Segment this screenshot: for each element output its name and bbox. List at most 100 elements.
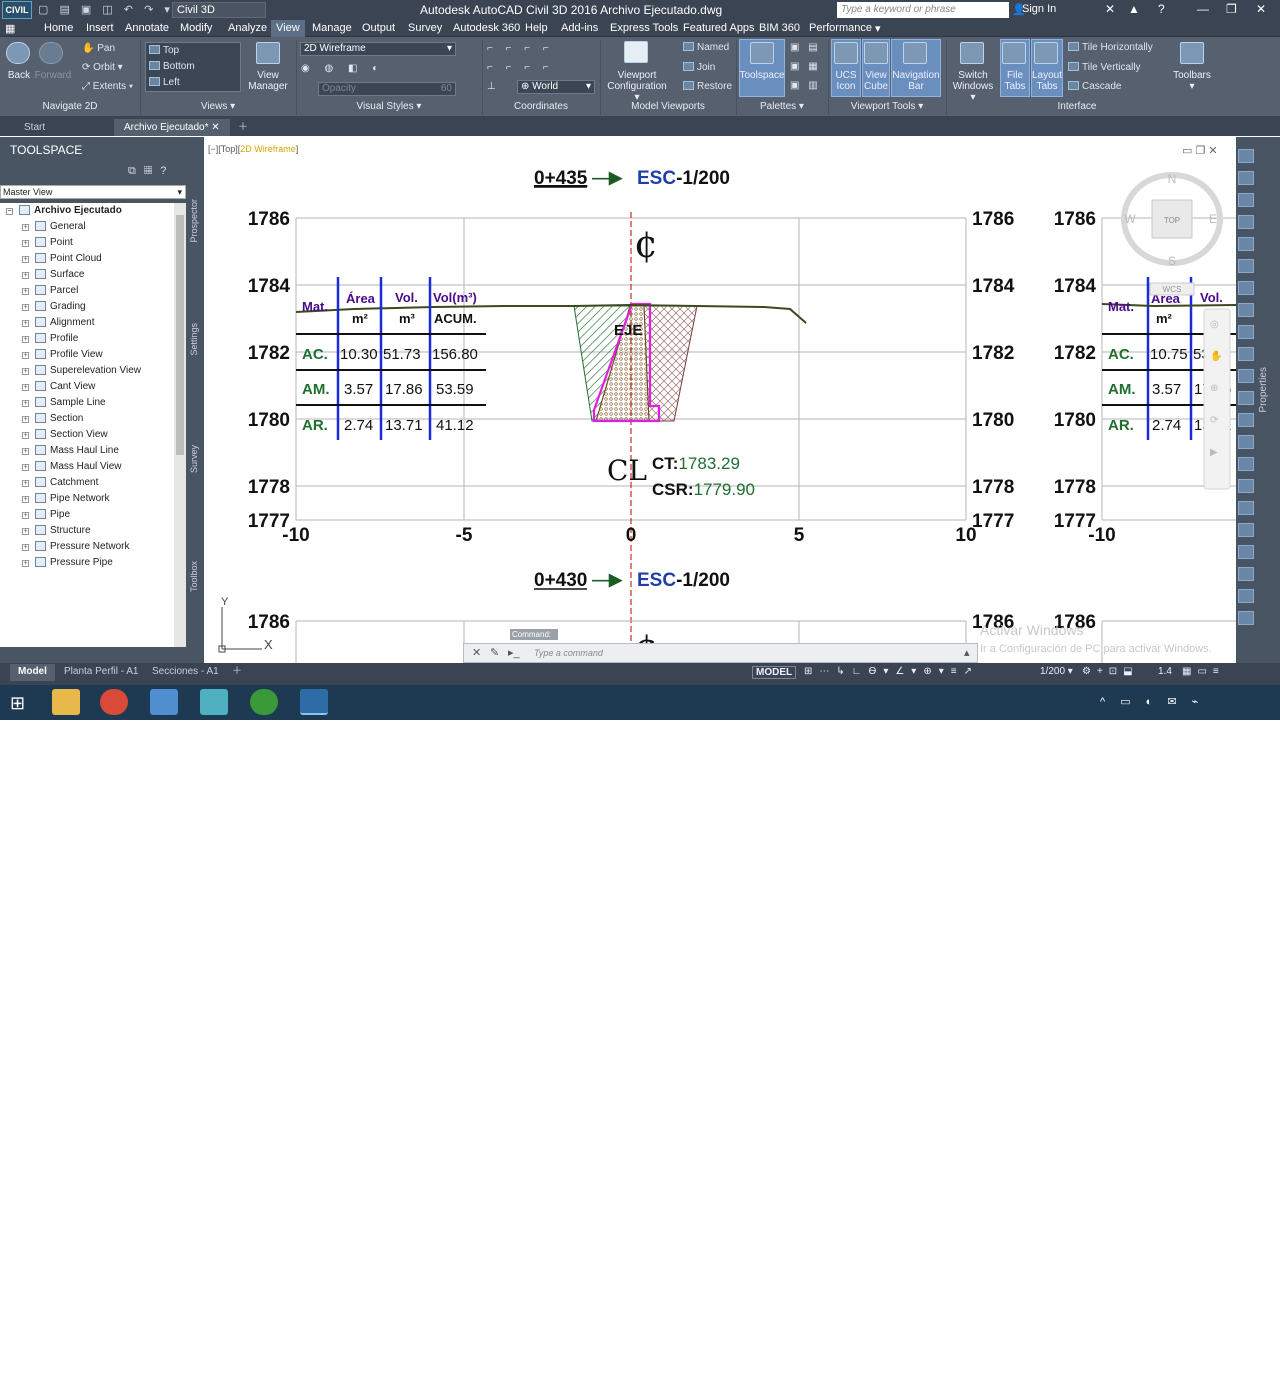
tab-insert[interactable]: Insert xyxy=(86,22,114,34)
palette-tool-icon[interactable] xyxy=(1238,369,1254,383)
drafting-tools[interactable]: ⊞⋯↳∟Ѳ▾∠▾⊕▾≡↗ xyxy=(804,666,979,677)
view-left[interactable]: Left xyxy=(149,77,180,88)
tab-properties[interactable]: Properties xyxy=(1258,367,1269,413)
tree-item[interactable]: + Profile xyxy=(22,331,78,347)
tab-manage[interactable]: Manage xyxy=(312,22,352,34)
tab-settings[interactable]: Settings xyxy=(189,323,199,356)
paint-icon[interactable] xyxy=(150,689,178,715)
palette-tool-icon[interactable] xyxy=(1238,347,1254,361)
expand-icon[interactable]: + xyxy=(22,288,29,295)
windows-start-icon[interactable]: ⊞ xyxy=(10,693,25,714)
expand-icon[interactable]: + xyxy=(22,432,29,439)
palette-tool-icon[interactable] xyxy=(1238,171,1254,185)
autocad-taskbar-icon[interactable] xyxy=(300,689,328,715)
palette-tool-icon[interactable] xyxy=(1238,479,1254,493)
forward-icon[interactable] xyxy=(39,42,63,64)
tree-item[interactable]: + Sample Line xyxy=(22,395,106,411)
wrench-icon[interactable]: ✎ xyxy=(490,646,499,659)
nav-pan-icon[interactable]: ✋ xyxy=(1210,349,1222,362)
close-tab-icon[interactable]: ✕ xyxy=(211,122,219,133)
tree-item[interactable]: + Point xyxy=(22,235,73,251)
palette-tools-3[interactable]: ▣ ▥ xyxy=(790,80,821,91)
viewport-window-controls[interactable]: ▭ ❐ ✕ xyxy=(1182,145,1218,157)
tree-item[interactable]: + Pipe xyxy=(22,507,70,523)
command-input[interactable]: Type a command xyxy=(534,648,603,658)
palette-tool-icon[interactable] xyxy=(1238,391,1254,405)
prospector-tree[interactable]: − Archivo Ejecutado + General + Point + Point … xyxy=(0,203,174,647)
scrollbar-thumb[interactable] xyxy=(176,215,184,455)
exchange-icon[interactable]: ✕ xyxy=(1105,2,1115,16)
tab-survey[interactable]: Survey xyxy=(189,445,199,473)
tree-item[interactable]: + Cant View xyxy=(22,379,95,395)
annotation-scale[interactable]: 1/200 ▾ xyxy=(1040,666,1073,677)
navigation-bar[interactable] xyxy=(1203,308,1231,490)
close-icon[interactable]: ✕ xyxy=(472,646,481,659)
tree-item[interactable]: + Alignment xyxy=(22,315,94,331)
model-space-button[interactable]: MODEL xyxy=(752,666,797,679)
viewcube-east[interactable]: E xyxy=(1209,212,1217,226)
master-view-select[interactable]: Master View ▾ xyxy=(0,185,186,199)
collapse-icon[interactable]: − xyxy=(6,208,13,215)
view-manager-icon[interactable] xyxy=(256,42,280,64)
viewport-configuration-icon[interactable] xyxy=(624,41,648,63)
status-tools[interactable]: ⚙+⊡⬓ xyxy=(1082,666,1139,677)
tree-item[interactable]: + Profile View xyxy=(22,347,103,363)
palette-tool-icon[interactable] xyxy=(1238,215,1254,229)
viewcube-south[interactable]: S xyxy=(1168,254,1176,268)
app-logo-icon[interactable]: CIVIL xyxy=(2,1,32,19)
drawing-area[interactable]: [−][Top][2D Wireframe] ▭ ❐ ✕ 0+435 —▶ ES… xyxy=(204,137,1236,663)
expand-icon[interactable]: + xyxy=(22,240,29,247)
expand-icon[interactable]: + xyxy=(22,528,29,535)
toolspace-toolbar[interactable]: ⧉▦? xyxy=(128,165,174,178)
tree-item[interactable]: + Pipe Network xyxy=(22,491,109,507)
expand-icon[interactable]: + xyxy=(22,304,29,311)
tree-item[interactable]: + Pressure Pipe xyxy=(22,555,113,571)
viewcube-north[interactable]: N xyxy=(1168,172,1177,186)
toolbars-icon[interactable] xyxy=(1180,42,1204,64)
restore-viewports-button[interactable]: Restore xyxy=(683,81,732,92)
tab-home[interactable]: Home xyxy=(44,22,73,34)
tab-help[interactable]: Help xyxy=(525,22,548,34)
orbit-button[interactable]: ⟳ Orbit ▾ xyxy=(82,62,123,73)
viewport-controls-label[interactable]: [−][Top][2D Wireframe] xyxy=(208,144,298,154)
view-bottom[interactable]: Bottom xyxy=(149,61,195,72)
ucs-tools-row1[interactable]: ⌐ ⌐ ⌐ ⌐ xyxy=(487,43,554,54)
switch-windows-button[interactable]: Switch Windows ▾ xyxy=(950,70,996,103)
palette-tool-icon[interactable] xyxy=(1238,435,1254,449)
expand-icon[interactable]: + xyxy=(22,448,29,455)
palette-tools[interactable]: ▣ ▤ xyxy=(790,42,821,53)
expand-icon[interactable]: + xyxy=(22,496,29,503)
new-tab-icon[interactable]: ＋ xyxy=(228,119,258,136)
tab-output[interactable]: Output xyxy=(362,22,395,34)
tree-scrollbar[interactable] xyxy=(174,203,186,647)
palette-tool-icon[interactable] xyxy=(1238,281,1254,295)
palette-tools-2[interactable]: ▣ ▦ xyxy=(790,61,821,72)
expand-icon[interactable]: + xyxy=(22,336,29,343)
chevron-up-icon[interactable]: ▴ xyxy=(964,646,970,659)
back-button[interactable]: Back xyxy=(4,70,34,81)
palette-tool-icon[interactable] xyxy=(1238,193,1254,207)
palette-tool-icon[interactable] xyxy=(1238,413,1254,427)
command-prompt-icon[interactable]: ▸_ xyxy=(508,646,520,659)
palette-tool-icon[interactable] xyxy=(1238,259,1254,273)
expand-icon[interactable]: + xyxy=(22,256,29,263)
panel-title-navigate[interactable]: Navigate 2D xyxy=(0,101,140,115)
tab-secciones[interactable]: Secciones - A1 xyxy=(144,664,227,681)
palette-tool-icon[interactable] xyxy=(1238,457,1254,471)
nav-orbit-icon[interactable]: ⟳ xyxy=(1210,415,1219,426)
close-icon[interactable]: ✕ xyxy=(1256,2,1266,16)
expand-icon[interactable]: + xyxy=(22,400,29,407)
panel-title-viewport-tools[interactable]: Viewport Tools ▾ xyxy=(828,101,946,115)
view-manager-button[interactable]: View Manager xyxy=(244,70,292,92)
palette-tool-icon[interactable] xyxy=(1238,303,1254,317)
expand-icon[interactable]: + xyxy=(22,352,29,359)
expand-icon[interactable]: + xyxy=(22,480,29,487)
extents-button[interactable]: ⤢ Extents ▾ xyxy=(82,81,133,92)
expand-icon[interactable]: + xyxy=(22,368,29,375)
drawing-svg[interactable]: [−][Top][2D Wireframe] ▭ ❐ ✕ 0+435 —▶ ES… xyxy=(204,137,1236,663)
expand-icon[interactable]: + xyxy=(22,320,29,327)
nav-showmotion-icon[interactable]: ▶ xyxy=(1210,447,1218,458)
palette-tool-icon[interactable] xyxy=(1238,325,1254,339)
palette-tool-icon[interactable] xyxy=(1238,567,1254,581)
panel-title-views[interactable]: Views ▾ xyxy=(140,101,296,115)
